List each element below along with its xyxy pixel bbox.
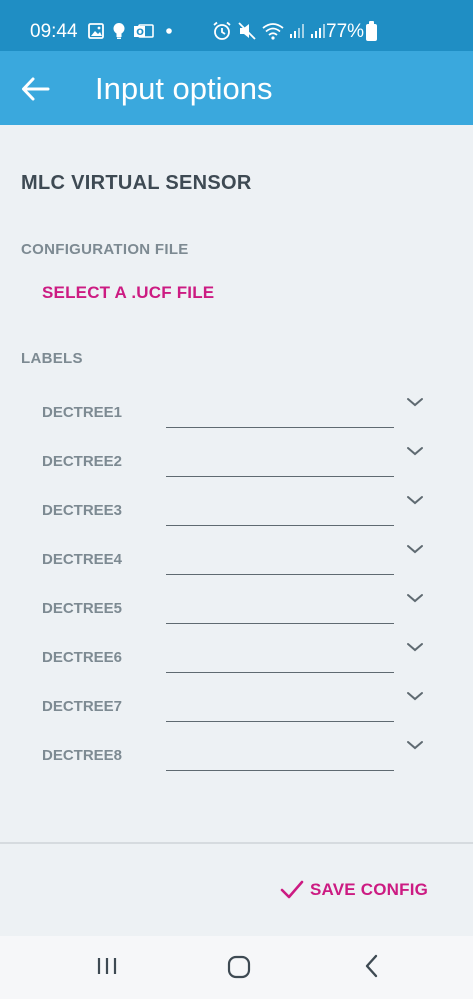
- label-select-field[interactable]: [166, 394, 394, 428]
- section-title: MLC VIRTUAL SENSOR: [21, 172, 252, 194]
- chevron-down-icon[interactable]: [404, 639, 426, 655]
- label-row-dectree2: DECTREE2: [0, 443, 473, 492]
- label-select-field[interactable]: [166, 590, 394, 624]
- label-name: DECTREE8: [42, 747, 123, 764]
- label-row-dectree4: DECTREE4: [0, 541, 473, 590]
- label-select-field[interactable]: [166, 639, 394, 673]
- status-system-icons: [212, 21, 326, 41]
- label-name: DECTREE3: [42, 502, 123, 519]
- chevron-down-icon[interactable]: [404, 443, 426, 459]
- app-bar: Input options: [0, 51, 473, 125]
- recent-apps-icon[interactable]: [95, 954, 119, 978]
- footer-divider: [0, 842, 473, 844]
- mute-icon: [238, 22, 256, 40]
- label-select-field[interactable]: [166, 443, 394, 477]
- label-row-dectree1: DECTREE1: [0, 394, 473, 443]
- label-row-dectree8: DECTREE8: [0, 737, 473, 786]
- outlook-icon: O: [134, 24, 154, 38]
- chevron-down-icon[interactable]: [404, 394, 426, 410]
- label-row-dectree3: DECTREE3: [0, 492, 473, 541]
- svg-text:O: O: [136, 28, 144, 38]
- label-select-field[interactable]: [166, 688, 394, 722]
- label-select-field[interactable]: [166, 541, 394, 575]
- back-icon[interactable]: [362, 954, 382, 978]
- label-name: DECTREE1: [42, 404, 123, 421]
- bulb-icon: [113, 23, 125, 39]
- label-name: DECTREE5: [42, 600, 123, 617]
- label-name: DECTREE6: [42, 649, 123, 666]
- label-select-field[interactable]: [166, 737, 394, 771]
- chevron-down-icon[interactable]: [404, 541, 426, 557]
- label-select-field[interactable]: [166, 492, 394, 526]
- system-nav-bar: [0, 936, 473, 999]
- select-ucf-file-button[interactable]: SELECT A .UCF FILE: [42, 283, 214, 303]
- dot-icon: [166, 28, 172, 34]
- arrow-left-icon[interactable]: [20, 75, 52, 103]
- status-notification-icons: O: [88, 22, 176, 40]
- status-time: 09:44: [30, 21, 78, 42]
- label-row-dectree5: DECTREE5: [0, 590, 473, 639]
- signal-icon: [311, 24, 325, 38]
- gallery-icon: [88, 23, 104, 39]
- alarm-icon: [213, 21, 231, 40]
- label-row-dectree6: DECTREE6: [0, 639, 473, 688]
- battery-icon: [366, 21, 377, 41]
- label-name: DECTREE7: [42, 698, 123, 715]
- chevron-down-icon[interactable]: [404, 688, 426, 704]
- chevron-down-icon[interactable]: [404, 492, 426, 508]
- status-bar: 09:44 O 77%: [0, 0, 473, 51]
- save-config-label: SAVE CONFIG: [310, 880, 429, 899]
- config-file-heading: CONFIGURATION FILE: [21, 241, 189, 258]
- page-title: Input options: [95, 71, 273, 106]
- label-name: DECTREE4: [42, 551, 123, 568]
- wifi-icon: [262, 23, 284, 40]
- save-config-button[interactable]: SAVE CONFIG: [280, 876, 428, 904]
- signal-icon: [290, 24, 304, 38]
- label-name: DECTREE2: [42, 453, 123, 470]
- labels-heading: LABELS: [21, 350, 83, 367]
- battery-percentage: 77%: [326, 21, 365, 42]
- check-icon: [280, 880, 304, 899]
- chevron-down-icon[interactable]: [404, 590, 426, 606]
- label-row-dectree7: DECTREE7: [0, 688, 473, 737]
- home-icon[interactable]: [226, 954, 252, 980]
- chevron-down-icon[interactable]: [404, 737, 426, 753]
